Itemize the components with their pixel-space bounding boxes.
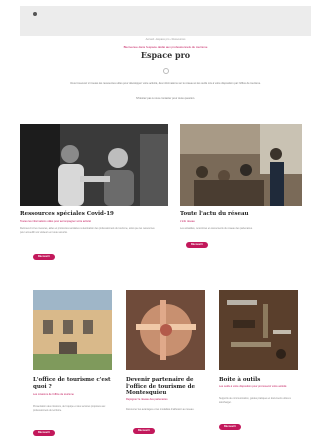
page-pretitle: Bienvenue dans l'espace dédié aux profes… xyxy=(123,45,208,49)
breadcrumb: Accueil › Espace pro › Ressources xyxy=(145,38,186,41)
discover-button-office[interactable]: Découvrir xyxy=(33,430,55,436)
discover-button-toolbox[interactable]: Découvrir xyxy=(219,424,241,430)
partner-photo xyxy=(126,290,205,370)
toolbox-photo xyxy=(219,290,298,370)
discover-button-partner[interactable]: Découvrir xyxy=(133,428,155,434)
discover-button-covid[interactable]: Découvrir xyxy=(33,254,55,260)
card-title-office[interactable]: L'office de tourisme c'est quoi ? xyxy=(33,377,112,390)
intro-text-secondary: N'hésitez pas à nous contacter pour tout… xyxy=(135,97,196,100)
card-subtitle-network: L'info réseau xyxy=(180,220,195,223)
covid-photo xyxy=(20,124,168,206)
card-title-network[interactable]: Toute l'actu du réseau xyxy=(180,211,302,218)
decorative-circle-icon xyxy=(163,68,169,74)
browser-header-bar xyxy=(20,6,311,36)
card-subtitle-office: Les missions de l'office de tourisme xyxy=(33,393,74,396)
card-text-toolbox: Supports de communication, guides pratiq… xyxy=(219,397,291,404)
card-title-partner[interactable]: Devenir partenaire de l'office de touris… xyxy=(126,377,208,397)
menu-dot-icon[interactable] xyxy=(33,12,37,16)
card-title-covid[interactable]: Ressources spéciales Covid-19 xyxy=(20,211,168,218)
card-title-toolbox[interactable]: Boite à outils xyxy=(219,377,298,384)
card-text-partner: Découvrez les avantages et les modalités… xyxy=(126,408,195,411)
card-image-partner[interactable] xyxy=(126,290,205,370)
network-photo xyxy=(180,124,302,206)
card-subtitle-covid: Toutes les informations utiles pour acco… xyxy=(20,220,91,223)
intro-text: Vous trouverez ici toutes les ressources… xyxy=(70,82,261,85)
card-text-network: Les actualités, rencontres et événements… xyxy=(180,227,253,230)
page-title: Espace pro xyxy=(140,50,191,60)
card-image-network[interactable] xyxy=(180,124,302,206)
card-subtitle-toolbox: Les outils à votre disposition pour prom… xyxy=(219,385,287,388)
card-image-office[interactable] xyxy=(33,290,112,370)
discover-button-network[interactable]: Découvrir xyxy=(186,242,208,248)
card-text-covid: Retrouvez ici les mesures, aides et prot… xyxy=(20,227,155,234)
card-image-covid[interactable] xyxy=(20,124,168,206)
card-image-toolbox[interactable] xyxy=(219,290,298,370)
card-subtitle-partner: Rejoignez le réseau des partenaires xyxy=(126,398,168,401)
card-text-office: Présentation des missions, de l'équipe e… xyxy=(33,405,106,412)
office-photo xyxy=(33,290,112,370)
